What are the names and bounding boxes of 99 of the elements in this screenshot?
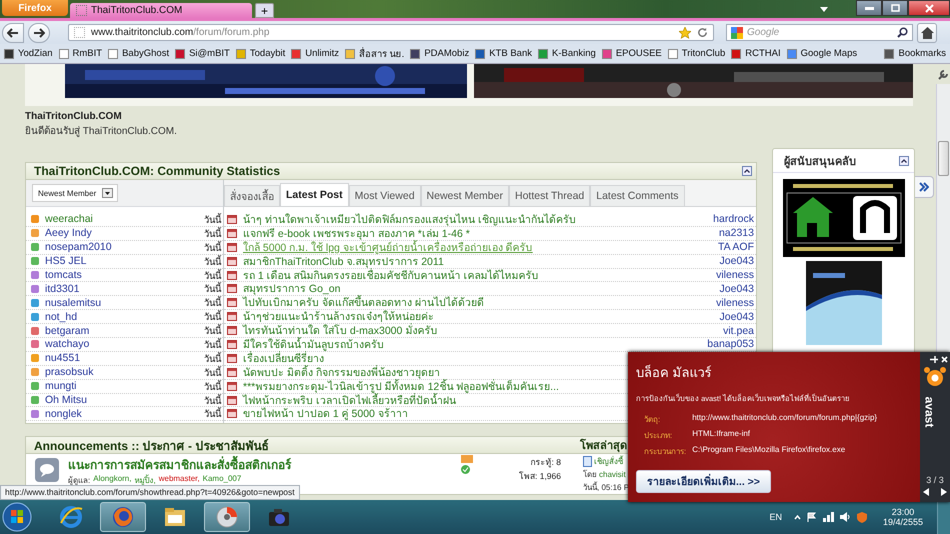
moderator-link[interactable]: Alongkorn, xyxy=(93,474,132,488)
join-date: วันนี้ xyxy=(204,393,221,407)
page-counter: 3 / 3 xyxy=(926,475,944,485)
field-label: วัตถุ: xyxy=(644,414,662,426)
browser-tab[interactable]: ThaiTritonClub.COM xyxy=(70,3,252,18)
bookmarks-menu[interactable]: Bookmarks xyxy=(884,48,946,59)
member-link[interactable]: nosepam2010 xyxy=(45,241,112,254)
bookmark-link[interactable]: PDAMobiz xyxy=(410,48,470,59)
bookmark-link[interactable]: Si@mBIT xyxy=(175,48,230,59)
member-link[interactable]: mungti xyxy=(45,380,77,392)
bookmark-link[interactable]: TritonClub xyxy=(668,48,726,59)
member-link[interactable]: nusalemitsu xyxy=(45,296,102,309)
author-link[interactable]: na2313 xyxy=(718,227,754,240)
stats-tab[interactable]: สั่งจองเสื้อ xyxy=(224,185,280,206)
stats-tab[interactable]: Hottest Thread xyxy=(508,185,590,206)
join-date: วันนี้ xyxy=(204,240,221,255)
forum-link[interactable]: แนะการการสมัครสมาชิกและสั่งซื้อสติกเกอร์ xyxy=(68,455,398,474)
join-date: วันนี้ xyxy=(204,379,221,394)
clock-time: 23:00 xyxy=(892,507,914,517)
member-dropdown[interactable]: Newest Member xyxy=(32,184,118,202)
moderator-link[interactable]: Kamo_007 xyxy=(202,474,242,488)
join-date: วันนี้ xyxy=(204,365,221,380)
author-link[interactable]: hardrock xyxy=(713,213,754,226)
stats-tab[interactable]: Most Viewed xyxy=(348,185,421,206)
moderator-link[interactable]: หมูปิ้ง, xyxy=(134,474,156,488)
bookmark-link[interactable]: Unlimitz xyxy=(291,48,340,59)
author-link[interactable]: Joe043 xyxy=(720,310,754,323)
member-link[interactable]: betgaram xyxy=(45,324,90,337)
field-label: กระบวนการ: xyxy=(644,446,686,458)
bookmark-link[interactable]: K-Banking xyxy=(538,48,596,59)
member-link[interactable]: prasobsuk xyxy=(45,366,94,378)
member-link[interactable]: Oh Mitsu xyxy=(45,394,88,406)
member-link[interactable]: not_hd xyxy=(45,310,78,323)
stats-tab[interactable]: Newest Member xyxy=(420,185,509,206)
status-url: http://www.thaitritonclub.com/forum/showthread.php?t=40926&goto=newpost xyxy=(0,485,300,500)
member-link[interactable]: nonglek xyxy=(45,408,82,420)
join-date: วันนี้ xyxy=(204,351,221,366)
member-link[interactable]: nu4551 xyxy=(45,352,80,364)
thread-link[interactable]: น้าๆ ท่านใดพาเจ้าเหมียวไปติดฟิล์มกรองแสงรุ่นไหน เชิญแนะนำกันได้ครับ xyxy=(243,210,576,228)
details-button[interactable]: รายละเอียดเพิ่มเติม... >> xyxy=(636,470,771,493)
thread-count: กระทู้: 8 xyxy=(530,456,561,470)
field-label: ประเภท: xyxy=(644,430,674,442)
join-date: วันนี้ xyxy=(204,212,221,227)
author-link[interactable]: TA AOF xyxy=(718,241,754,254)
bookmark-link[interactable]: KTB Bank xyxy=(475,48,532,59)
join-date: วันนี้ xyxy=(204,268,221,282)
thread-link[interactable]: มีใครใช้ดินน้ำมันลูบรถบ้างครับ xyxy=(243,336,384,353)
welcome-text: ยินดีต้อนรับสู่ ThaiTritonClub.COM. xyxy=(25,124,178,138)
join-date: วันนี้ xyxy=(204,323,221,338)
join-date: วันนี้ xyxy=(204,406,221,422)
panel-title: ผู้สนับสนุนคลับ xyxy=(784,154,856,170)
join-date: วันนี้ xyxy=(204,254,221,269)
bookmark-link[interactable]: EPOUSEE xyxy=(602,48,662,59)
member-link[interactable]: HS5 JEL xyxy=(45,255,86,268)
author-link[interactable]: Joe043 xyxy=(720,255,754,268)
section-title: Announcements :: ประกาศ - ประชาสัมพันธ์ xyxy=(34,438,268,455)
author-link[interactable]: vileness xyxy=(716,296,754,309)
stats-tab[interactable]: Latest Post xyxy=(280,183,349,206)
bookmark-link[interactable]: Google Maps xyxy=(786,48,858,59)
author-link[interactable]: banap053 xyxy=(707,338,754,350)
field-value: HTML:Iframe-inf xyxy=(692,429,752,440)
by-label: โดย xyxy=(583,468,597,482)
last-post-link[interactable]: เชิญสั่งซื้ xyxy=(594,455,623,468)
member-link[interactable]: watchayo xyxy=(45,338,90,350)
member-link[interactable]: Aeey Indy xyxy=(45,227,92,240)
author-link[interactable]: vit.pea xyxy=(723,324,754,337)
search-field[interactable]: Google xyxy=(726,24,913,41)
member-link[interactable]: tomcats xyxy=(45,269,82,281)
bookmark-link[interactable]: RCTHAI xyxy=(731,48,781,59)
post-count: โพส: 1,966 xyxy=(519,470,561,484)
field-value: C:\Program Files\Mozilla Firefox\firefox.exe xyxy=(692,445,846,456)
moderators-label: ผู้ดูแล: xyxy=(68,475,90,488)
field-value: http://www.thaitritonclub.com/forum/forum.php|{gzip} xyxy=(692,413,878,424)
join-date: วันนี้ xyxy=(204,337,221,352)
bookmark-link[interactable]: RmBIT xyxy=(58,48,102,59)
join-date: วันนี้ xyxy=(204,281,221,296)
author-link[interactable]: vileness xyxy=(716,269,754,281)
panel-title: ThaiTritonClub.COM: Community Statistics xyxy=(34,164,280,178)
bookmark-link[interactable]: BabyGhost xyxy=(108,48,170,59)
author-link[interactable]: Joe043 xyxy=(720,282,754,295)
join-date: วันนี้ xyxy=(204,309,221,324)
moderator-link[interactable]: webmaster, xyxy=(158,474,200,488)
join-date: วันนี้ xyxy=(204,295,221,310)
bookmark-link[interactable]: สื่อสาร นย. xyxy=(345,46,404,61)
clock-date: 19/4/2555 xyxy=(882,517,923,527)
bookmark-link[interactable]: YodZian xyxy=(4,48,53,59)
address-bar[interactable]: www.thaitritonclub.com/forum/forum.php xyxy=(68,24,714,41)
user-link[interactable]: chavisit xyxy=(599,470,626,480)
new-tab-button[interactable]: + xyxy=(255,3,274,18)
site-title: ThaiTritonClub.COM xyxy=(25,111,123,122)
member-link[interactable]: itd3301 xyxy=(45,282,80,295)
member-link[interactable]: weerachai xyxy=(45,213,93,226)
stats-tab[interactable]: Latest Comments xyxy=(590,185,685,206)
brand-name: avast xyxy=(922,396,936,428)
language-indicator[interactable]: EN xyxy=(769,512,782,522)
column-header: โพสล่าสุด xyxy=(580,438,627,454)
alert-title: บล็อค มัลแวร์ xyxy=(636,364,713,382)
bookmark-link[interactable]: Todaybit xyxy=(236,48,286,59)
join-date: วันนี้ xyxy=(204,226,221,241)
